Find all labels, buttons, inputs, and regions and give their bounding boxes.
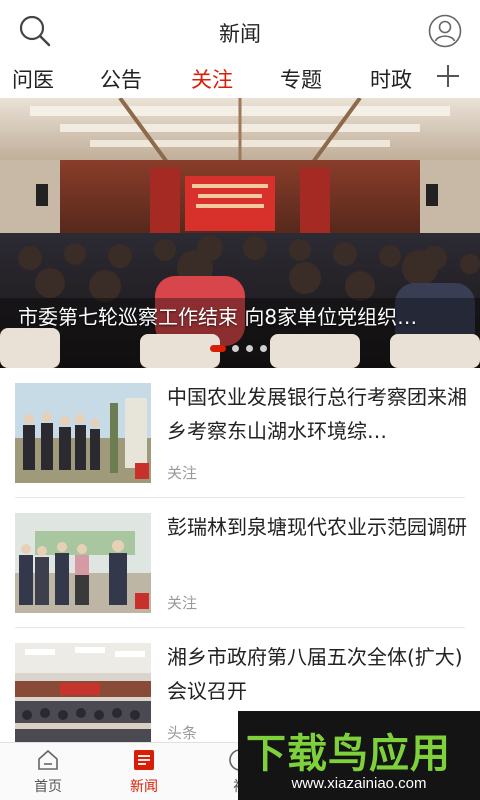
news-tag: 头条 <box>167 724 198 742</box>
news-tag: 关注 <box>167 464 198 482</box>
top-bar: 新闻 <box>0 0 480 62</box>
indicator-dot <box>246 345 253 352</box>
home-icon <box>38 749 58 770</box>
site-watermark: 下载鸟应用 www.xiazainiao.com <box>238 711 480 800</box>
news-headline: 湘乡市政府第八届五次全体(扩大)会议召开 <box>167 645 463 703</box>
tab-guanzhu[interactable]: 关注 <box>191 64 233 94</box>
nav-news[interactable]: 新闻 <box>96 743 192 800</box>
banner-caption: 市委第七轮巡察工作结束 向8家单位党组织… <box>18 305 418 329</box>
add-channel-icon[interactable] <box>434 62 462 90</box>
indicator-dot <box>232 345 239 352</box>
watermark-logo-text: 下载鸟应用 <box>246 731 451 777</box>
news-thumbnail <box>15 383 151 483</box>
nav-home-label: 首页 <box>34 779 62 795</box>
tab-shizheng[interactable]: 时政 <box>370 64 412 94</box>
indicator-dot <box>260 345 267 352</box>
headline-carousel[interactable]: 市委第七轮巡察工作结束 向8家单位党组织… <box>0 98 480 368</box>
news-tag: 关注 <box>167 594 198 612</box>
news-thumbnail <box>15 513 151 613</box>
tab-gonggao[interactable]: 公告 <box>100 64 142 94</box>
news-icon <box>134 750 154 770</box>
list-item[interactable]: 彭瑞林到泉塘现代农业示范园调研 关注 <box>0 498 480 628</box>
news-headline: 中国农业发展银行总行考察团来湘乡考察东山湖水环境综… <box>167 385 467 443</box>
category-tabs: 问医 公告 关注 专题 时政 <box>0 62 480 98</box>
tab-zhuanti[interactable]: 专题 <box>280 64 322 94</box>
user-avatar-icon[interactable] <box>428 14 462 48</box>
nav-home[interactable]: 首页 <box>0 743 96 800</box>
page-title: 新闻 <box>219 22 261 46</box>
watermark-url: www.xiazainiao.com <box>291 775 427 792</box>
nav-news-label: 新闻 <box>130 779 158 795</box>
indicator-dot-active <box>210 345 226 352</box>
news-thumbnail <box>15 643 151 743</box>
tab-wenyi[interactable]: 问医 <box>12 64 54 94</box>
list-item[interactable]: 中国农业发展银行总行考察团来湘乡考察东山湖水环境综… 关注 <box>0 368 480 498</box>
news-headline: 彭瑞林到泉塘现代农业示范园调研 <box>167 515 467 539</box>
